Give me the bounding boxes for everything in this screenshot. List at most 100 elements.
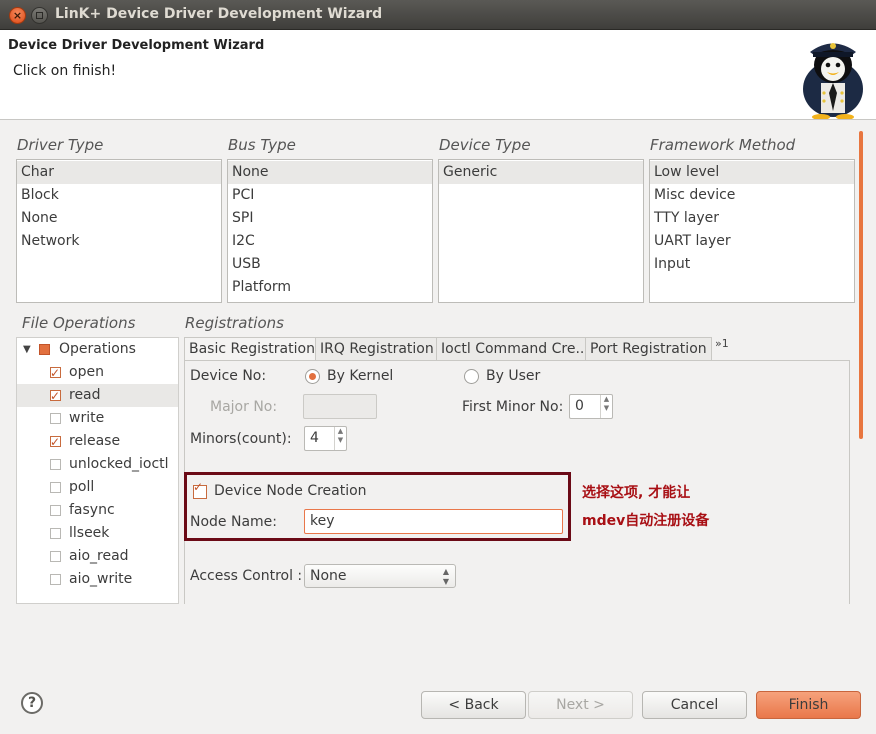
list-item[interactable]: USB	[228, 253, 432, 276]
first-minor-stepper[interactable]: 0 ▲ ▼	[569, 394, 613, 419]
tree-item-label: unlocked_ioctl	[69, 456, 169, 472]
checkbox-icon[interactable]	[50, 551, 61, 562]
tree-item-label: llseek	[69, 525, 110, 541]
list-item[interactable]: None	[17, 207, 221, 230]
annotation-text-line2: mdev自动注册设备	[582, 513, 710, 529]
list-item[interactable]: PCI	[228, 184, 432, 207]
tree-item[interactable]: unlocked_ioctl	[17, 453, 178, 476]
title-bar: × LinK+ Device Driver Development Wizard	[0, 0, 876, 30]
bus-type-list[interactable]: None PCI SPI I2C USB Platform	[227, 159, 433, 303]
tree-item-label: aio_read	[69, 548, 129, 564]
window-title: LinK+ Device Driver Development Wizard	[55, 6, 383, 22]
tab-basic-registration[interactable]: Basic Registration	[184, 337, 316, 361]
list-item[interactable]: None	[228, 161, 432, 184]
tab-irq-registration[interactable]: IRQ Registration	[315, 337, 437, 361]
tree-item[interactable]: poll	[17, 476, 178, 499]
tree-item-label: release	[69, 433, 121, 449]
checkbox-icon[interactable]	[50, 459, 61, 470]
tree-item[interactable]: write	[17, 407, 178, 430]
minors-count-stepper[interactable]: 4 ▲ ▼	[304, 426, 347, 451]
tree-item-label: Operations	[59, 341, 136, 357]
tab-ioctl-command[interactable]: Ioctl Command Cre...	[436, 337, 586, 361]
tree-item[interactable]: read	[17, 384, 178, 408]
close-window-button[interactable]: ×	[9, 7, 26, 24]
wizard-title: Device Driver Development Wizard	[8, 38, 265, 53]
list-item[interactable]: Network	[17, 230, 221, 253]
checkbox-icon[interactable]	[39, 344, 50, 355]
list-item[interactable]: Input	[650, 253, 854, 276]
checkbox-icon[interactable]	[50, 385, 61, 408]
tree-item[interactable]: open	[17, 361, 178, 385]
by-user-label[interactable]: By User	[486, 368, 540, 384]
file-operations-tree[interactable]: ▼ Operations open read write release unl…	[16, 337, 179, 604]
file-operations-label: File Operations	[22, 314, 136, 332]
registrations-label: Registrations	[185, 314, 284, 332]
tree-item-label: fasync	[69, 502, 115, 518]
select-arrows-icon: ▲ ▼	[442, 567, 449, 586]
access-control-label: Access Control :	[190, 568, 303, 584]
tree-item-label: open	[69, 364, 104, 380]
tree-item-label: read	[69, 387, 101, 403]
bus-type-label: Bus Type	[228, 136, 296, 154]
annotation-highlight-box	[184, 472, 571, 541]
tab-port-registration[interactable]: Port Registration	[585, 337, 712, 361]
pilot-penguin-logo	[803, 43, 863, 119]
tree-item[interactable]: fasync	[17, 499, 178, 522]
major-no-field[interactable]	[303, 394, 377, 419]
finish-button[interactable]: Finish	[756, 691, 861, 719]
annotation-text-line1: 选择这项, 才能让	[582, 485, 691, 501]
tree-item[interactable]: aio_read	[17, 545, 178, 568]
cancel-button[interactable]: Cancel	[642, 691, 747, 719]
first-minor-label: First Minor No:	[462, 399, 564, 415]
back-button[interactable]: < Back	[421, 691, 526, 719]
device-type-list[interactable]: Generic	[438, 159, 644, 303]
tree-item-label: write	[69, 410, 105, 426]
restore-window-button[interactable]	[31, 7, 48, 24]
list-item[interactable]: SPI	[228, 207, 432, 230]
major-no-label: Major No:	[210, 399, 278, 415]
access-control-value: None	[310, 568, 347, 584]
stepper-arrows-icon[interactable]: ▲ ▼	[334, 427, 346, 450]
list-item[interactable]: Low level	[650, 161, 854, 184]
minors-count-value: 4	[310, 430, 319, 446]
wizard-header: Device Driver Development Wizard Click o…	[0, 30, 876, 120]
device-no-label: Device No:	[190, 368, 267, 384]
stepper-arrows-icon[interactable]: ▲ ▼	[600, 395, 612, 418]
tree-item[interactable]: release	[17, 430, 178, 454]
driver-type-label: Driver Type	[17, 136, 104, 154]
list-item[interactable]: Misc device	[650, 184, 854, 207]
driver-type-list[interactable]: Char Block None Network	[16, 159, 222, 303]
checkbox-icon[interactable]	[50, 528, 61, 539]
list-item[interactable]: Platform	[228, 276, 432, 299]
list-item[interactable]: Char	[17, 161, 221, 184]
wizard-description: Click on finish!	[13, 63, 117, 79]
tab-overflow-chevron[interactable]: »1	[715, 337, 729, 350]
checkbox-icon[interactable]	[50, 362, 61, 385]
access-control-select[interactable]: None ▲ ▼	[304, 564, 456, 588]
checkbox-icon[interactable]	[50, 505, 61, 516]
minors-count-label: Minors(count):	[190, 431, 292, 447]
tree-item-label: poll	[69, 479, 95, 495]
list-item[interactable]: UART layer	[650, 230, 854, 253]
registration-tabs: Basic Registration IRQ Registration Ioct…	[184, 337, 850, 361]
device-type-label: Device Type	[439, 136, 531, 154]
list-item[interactable]: Generic	[439, 161, 643, 184]
vertical-scrollbar[interactable]	[859, 131, 863, 439]
framework-method-list[interactable]: Low level Misc device TTY layer UART lay…	[649, 159, 855, 303]
checkbox-icon[interactable]	[50, 574, 61, 585]
checkbox-icon[interactable]	[50, 482, 61, 493]
list-item[interactable]: I2C	[228, 230, 432, 253]
list-item[interactable]: TTY layer	[650, 207, 854, 230]
expand-triangle-icon[interactable]: ▼	[23, 338, 31, 361]
checkbox-icon[interactable]	[50, 413, 61, 424]
by-user-radio[interactable]	[464, 369, 479, 384]
tree-item-label: aio_write	[69, 571, 133, 587]
checkbox-icon[interactable]	[50, 431, 61, 454]
by-kernel-radio[interactable]	[305, 369, 320, 384]
help-icon[interactable]: ?	[21, 692, 43, 714]
tree-item[interactable]: aio_write	[17, 568, 178, 591]
next-button[interactable]: Next >	[528, 691, 633, 719]
tree-item[interactable]: llseek	[17, 522, 178, 545]
list-item[interactable]: Block	[17, 184, 221, 207]
by-kernel-label[interactable]: By Kernel	[327, 368, 393, 384]
